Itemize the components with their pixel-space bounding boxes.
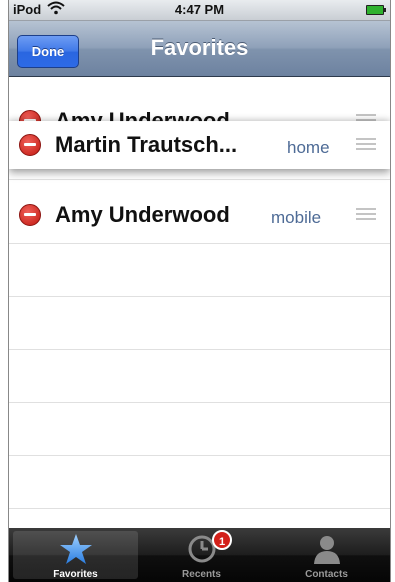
tab-label: Recents bbox=[182, 569, 221, 580]
tab-favorites[interactable]: Favorites bbox=[13, 531, 138, 580]
delete-icon[interactable] bbox=[19, 204, 41, 226]
reorder-icon[interactable] bbox=[356, 138, 376, 152]
list-item[interactable]: Amy Underwood mobile bbox=[9, 190, 390, 240]
row-divider bbox=[9, 296, 390, 297]
badge-count: 1 bbox=[212, 530, 232, 550]
reorder-icon[interactable] bbox=[356, 208, 376, 222]
row-divider bbox=[9, 243, 390, 244]
tab-recents[interactable]: 1 Recents bbox=[138, 528, 265, 582]
status-time: 4:47 PM bbox=[174, 2, 225, 17]
tab-contacts[interactable]: Contacts bbox=[263, 528, 390, 582]
list-item[interactable]: Amy Underwood bbox=[9, 96, 390, 122]
battery-icon bbox=[366, 5, 386, 15]
person-icon bbox=[312, 534, 342, 569]
row-divider bbox=[9, 508, 390, 509]
row-divider bbox=[9, 455, 390, 456]
list-item[interactable]: Martin Trautsch... home bbox=[9, 121, 390, 169]
tab-label: Favorites bbox=[53, 569, 98, 580]
navigation-bar: Done Favorites bbox=[9, 21, 390, 77]
favorites-list: Amy Underwood Martin Trautsch... home Am… bbox=[9, 77, 390, 527]
phone-label: mobile bbox=[271, 208, 322, 227]
star-icon bbox=[59, 533, 93, 570]
contact-name: Amy Underwood bbox=[55, 202, 230, 227]
status-bar: iPod 4:47 PM bbox=[9, 0, 390, 21]
contact-name: Martin Trautsch... bbox=[55, 132, 238, 157]
contact-name: Amy Underwood bbox=[55, 108, 230, 122]
row-divider bbox=[9, 349, 390, 350]
row-divider bbox=[9, 402, 390, 403]
tab-label: Contacts bbox=[305, 569, 348, 580]
delete-icon[interactable] bbox=[19, 134, 41, 156]
phone-label: home bbox=[287, 138, 330, 157]
page-title: Favorites bbox=[150, 35, 249, 60]
tab-bar: Favorites 1 Recents Contacts bbox=[9, 528, 390, 582]
row-divider bbox=[9, 179, 390, 180]
phone-screen: iPod 4:47 PM Done Favorites Amy Underwoo… bbox=[8, 0, 391, 582]
